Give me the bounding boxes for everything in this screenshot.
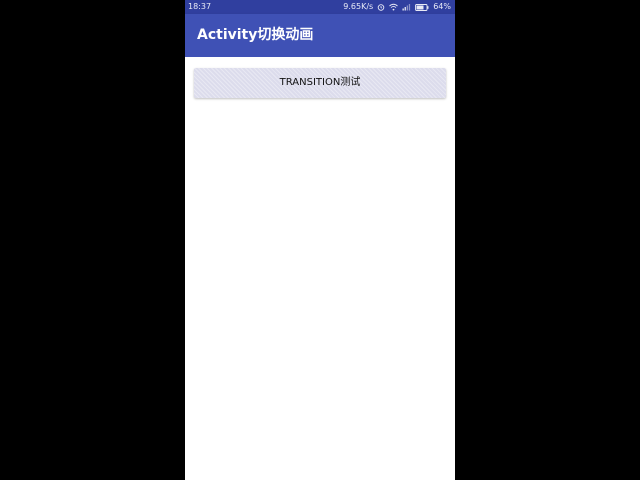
phone-screen: 18:37 9.65K/s 64% Activity切换动画 TRANSITIO… xyxy=(185,0,455,480)
main-content: TRANSITION测试 xyxy=(185,57,455,480)
status-icons: 9.65K/s 64% xyxy=(339,0,451,14)
alarm-icon xyxy=(377,3,385,11)
status-time: 18:37 xyxy=(188,2,212,11)
transition-test-button[interactable]: TRANSITION测试 xyxy=(194,68,446,98)
app-title: Activity切换动画 xyxy=(197,27,314,43)
status-bar: 18:37 9.65K/s 64% xyxy=(185,0,455,14)
wifi-icon xyxy=(389,3,399,11)
network-speed: 9.65K/s xyxy=(343,2,374,11)
battery-icon xyxy=(415,3,429,11)
app-bar: Activity切换动画 xyxy=(185,14,455,57)
battery-percent: 64% xyxy=(433,2,451,11)
signal-icon xyxy=(402,3,411,11)
